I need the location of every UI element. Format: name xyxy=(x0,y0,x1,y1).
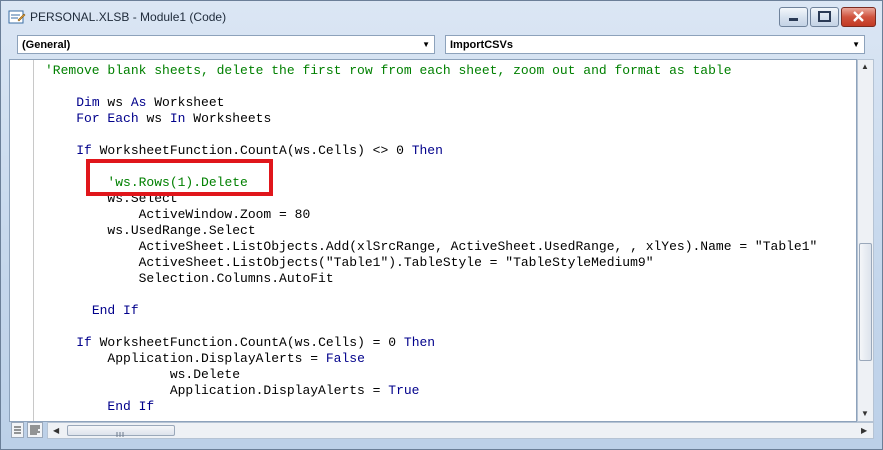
code-keyword: If xyxy=(76,335,92,350)
code-keyword: For Each xyxy=(76,111,139,126)
code-line[interactable]: If WorksheetFunction.CountA(ws.Cells) = … xyxy=(45,335,817,351)
code-line[interactable]: ws.Delete xyxy=(45,367,817,383)
code-line[interactable] xyxy=(45,319,817,335)
code-window: PERSONAL.XLSB - Module1 (Code) (General)… xyxy=(0,0,883,450)
minimize-icon xyxy=(789,18,798,21)
code-token: ws xyxy=(99,95,131,110)
code-line[interactable]: Application.DisplayAlerts = True xyxy=(45,383,817,399)
procedure-view-icon xyxy=(14,426,21,434)
full-module-view-icon xyxy=(30,425,40,435)
object-combobox[interactable]: (General) ▼ xyxy=(17,35,435,54)
code-text[interactable]: 'Remove blank sheets, delete the first r… xyxy=(45,63,817,415)
code-line[interactable]: End If xyxy=(45,303,817,319)
code-keyword: If xyxy=(76,143,92,158)
code-line[interactable] xyxy=(45,287,817,303)
code-token: Selection.Columns.AutoFit xyxy=(45,271,334,286)
code-line[interactable]: ActiveSheet.ListObjects("Table1").TableS… xyxy=(45,255,817,271)
code-token: Application.DisplayAlerts = xyxy=(45,351,326,366)
code-keyword: True xyxy=(388,383,420,398)
code-comment: 'Remove blank sheets, delete the first r… xyxy=(45,63,732,78)
code-token: Worksheet xyxy=(146,95,225,110)
code-token: WorksheetFunction.CountA(ws.Cells) = 0 xyxy=(91,335,404,350)
code-keyword: Dim xyxy=(76,95,100,110)
procedure-combobox[interactable]: ImportCSVs ▼ xyxy=(445,35,865,54)
code-token: WorksheetFunction.CountA(ws.Cells) <> 0 xyxy=(91,143,412,158)
arrow-up-icon[interactable]: ▲ xyxy=(861,62,869,71)
code-keyword: False xyxy=(325,351,365,366)
code-line[interactable]: If WorksheetFunction.CountA(ws.Cells) <>… xyxy=(45,143,817,159)
code-line[interactable]: ActiveWindow.Zoom = 80 xyxy=(45,207,817,223)
grip-icon xyxy=(116,432,124,437)
code-keyword: End If xyxy=(91,303,139,318)
title-bar[interactable]: PERSONAL.XLSB - Module1 (Code) xyxy=(1,1,882,33)
arrow-left-icon[interactable]: ◀ xyxy=(53,426,59,435)
code-token: ws.Delete xyxy=(45,367,241,382)
full-module-view-button[interactable] xyxy=(27,422,43,438)
code-token: ws xyxy=(138,111,170,126)
code-token: Worksheets xyxy=(185,111,272,126)
close-button[interactable] xyxy=(841,7,876,27)
arrow-down-icon[interactable]: ▼ xyxy=(861,409,869,418)
code-line[interactable]: End If xyxy=(45,399,817,415)
vertical-scrollbar[interactable]: ▲ ▼ xyxy=(857,59,874,422)
maximize-icon xyxy=(818,11,831,22)
arrow-right-icon[interactable]: ▶ xyxy=(861,426,867,435)
code-line[interactable]: Selection.Columns.AutoFit xyxy=(45,271,817,287)
highlight-annotation-box xyxy=(86,159,273,196)
horizontal-scrollbar[interactable]: ◀ ▶ xyxy=(47,422,874,439)
code-line[interactable] xyxy=(45,79,817,95)
code-line[interactable] xyxy=(45,127,817,143)
code-keyword: End If xyxy=(107,399,155,414)
code-token: ActiveSheet.ListObjects("Table1").TableS… xyxy=(45,255,654,270)
vba-module-icon xyxy=(8,10,26,24)
margin-indicator-bar[interactable] xyxy=(10,60,34,421)
code-line[interactable]: ActiveSheet.ListObjects.Add(xlSrcRange, … xyxy=(45,239,818,255)
code-token: ActiveWindow.Zoom = 80 xyxy=(45,207,311,222)
code-editor[interactable]: 'Remove blank sheets, delete the first r… xyxy=(9,59,857,422)
code-token: Application.DisplayAlerts = xyxy=(45,383,389,398)
object-combobox-value: (General) xyxy=(22,39,71,51)
chevron-down-icon: ▼ xyxy=(852,40,860,49)
horizontal-scroll-thumb[interactable] xyxy=(67,425,175,437)
code-token: ws.UsedRange.Select xyxy=(45,223,256,238)
procedure-view-button[interactable] xyxy=(11,422,24,438)
window-title: PERSONAL.XLSB - Module1 (Code) xyxy=(30,10,227,24)
code-line[interactable]: ws.UsedRange.Select xyxy=(45,223,817,239)
code-line[interactable]: Dim ws As Worksheet xyxy=(45,95,817,111)
close-icon xyxy=(853,11,864,22)
minimize-button[interactable] xyxy=(779,7,808,27)
code-line[interactable]: 'Remove blank sheets, delete the first r… xyxy=(45,63,817,79)
code-token: ActiveSheet.ListObjects.Add(xlSrcRange, … xyxy=(45,239,818,254)
code-line[interactable]: For Each ws In Worksheets xyxy=(45,111,817,127)
procedure-combobox-value: ImportCSVs xyxy=(450,39,513,51)
maximize-button[interactable] xyxy=(810,7,839,27)
code-keyword: Then xyxy=(411,143,443,158)
code-keyword: Then xyxy=(403,335,436,350)
chevron-down-icon: ▼ xyxy=(422,40,430,49)
code-keyword: As xyxy=(130,95,147,110)
vertical-scroll-thumb[interactable] xyxy=(859,243,872,361)
bottom-bar: ◀ ▶ xyxy=(9,422,874,439)
code-line[interactable]: Application.DisplayAlerts = False xyxy=(45,351,817,367)
code-keyword: In xyxy=(169,111,186,126)
